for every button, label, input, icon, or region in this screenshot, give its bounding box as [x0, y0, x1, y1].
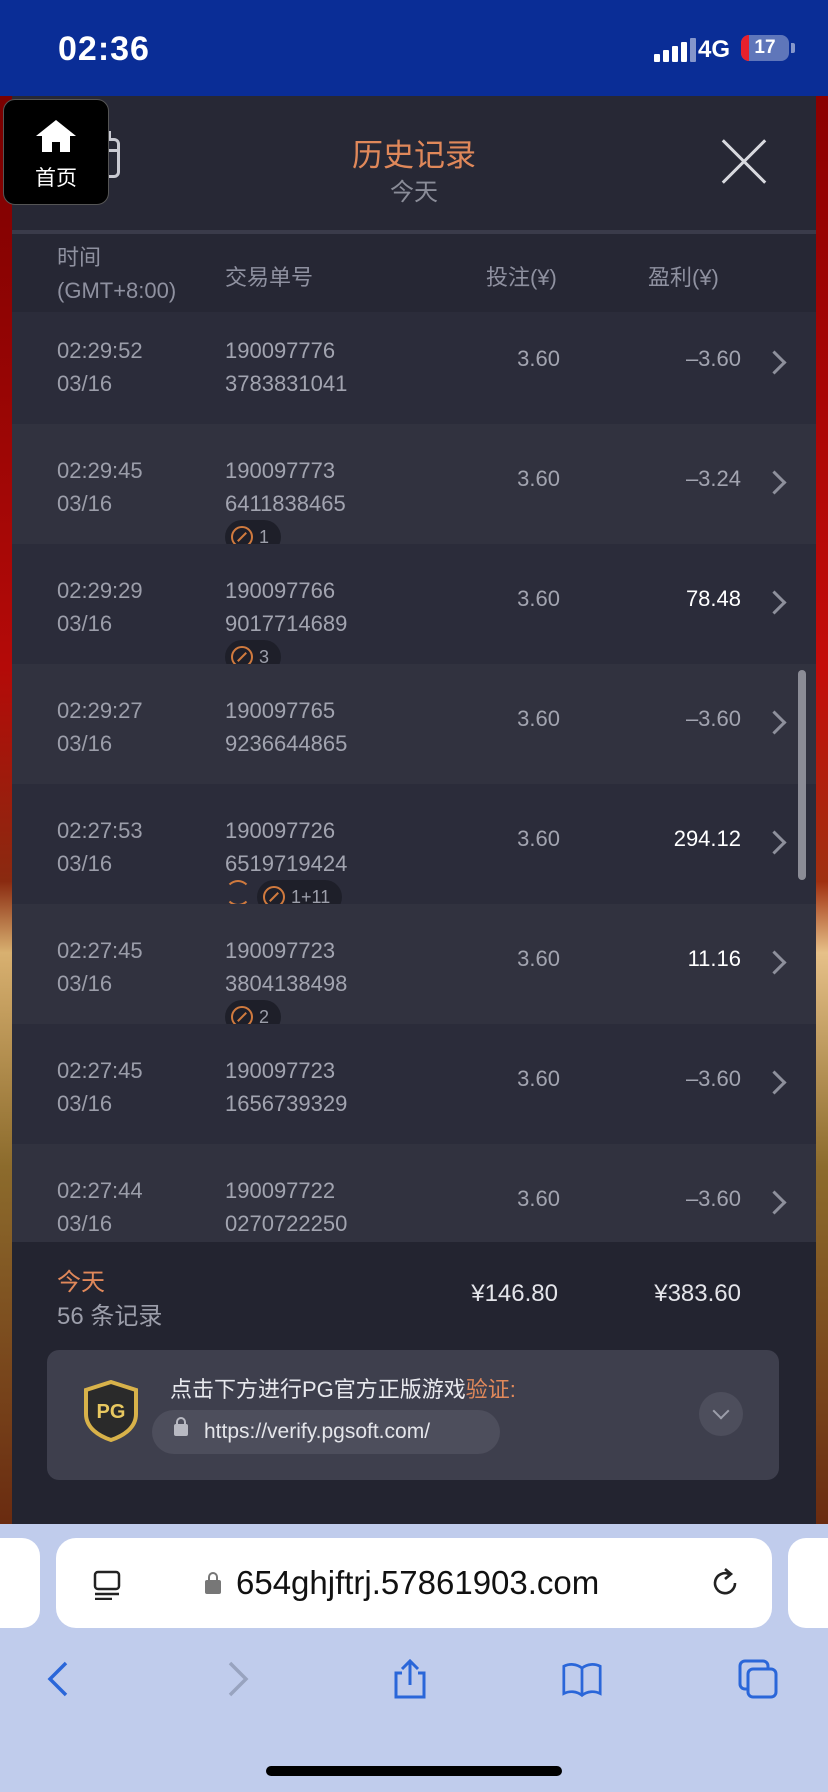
clock: 02:36: [58, 30, 150, 68]
table-row[interactable]: 02:29:45 03/16 190097773 6411838465 1 3.60…: [12, 424, 816, 554]
home-icon: [36, 120, 76, 152]
chevron-right-icon[interactable]: [762, 350, 787, 375]
verify-text-highlight: 验证:: [465, 1377, 516, 1402]
browser-toolbar: 654ghjftrj.57861903.com: [0, 1524, 828, 1792]
chevron-right-icon[interactable]: [762, 1190, 787, 1215]
home-label: 首页: [35, 167, 77, 190]
table-row[interactable]: 02:27:45 03/16 190097723 1656739329 3.60 –…: [12, 1024, 816, 1144]
table-header: 时间 (GMT+8:00) 交易单号 投注(¥) 盈利(¥): [12, 234, 816, 312]
summary-total-profit: ¥383.60: [654, 1280, 741, 1307]
pg-logo-icon: PG: [84, 1380, 138, 1442]
row-profit: 11.16: [687, 946, 741, 971]
home-button[interactable]: 首页: [3, 99, 109, 205]
row-profit: –3.60: [685, 1066, 741, 1091]
forward-icon[interactable]: [216, 1659, 256, 1699]
records-list[interactable]: 02:29:52 03/16 190097776 3783831041 3.60 –…: [12, 316, 816, 1246]
verify-banner[interactable]: PG 点击下方进行PG官方正版游戏验证: https://verify.pgso…: [47, 1350, 779, 1480]
reader-icon[interactable]: [92, 1570, 122, 1600]
chevron-down-icon[interactable]: [699, 1392, 743, 1436]
verify-text-main: 点击下方进行PG官方正版游戏: [170, 1377, 466, 1402]
signal-icon: [654, 38, 696, 62]
row-profit: –3.60: [685, 346, 741, 371]
col-timezone: (GMT+8:00): [57, 278, 177, 303]
scrollbar[interactable]: [798, 670, 806, 880]
network-type: 4G: [698, 36, 731, 63]
respin-icon: [225, 880, 251, 906]
col-profit: 盈利(¥): [648, 265, 719, 290]
game-background-left: [0, 96, 12, 1524]
lock-icon: [205, 1572, 221, 1594]
lock-icon: [174, 1417, 188, 1436]
back-icon[interactable]: [40, 1659, 80, 1699]
previous-tab[interactable]: [0, 1538, 40, 1628]
chevron-right-icon[interactable]: [762, 1070, 787, 1095]
table-row[interactable]: 02:29:27 03/16 190097765 9236644865 3.60 –…: [12, 664, 816, 784]
chevron-right-icon[interactable]: [762, 950, 787, 975]
page-title: 历史记录: [352, 138, 476, 173]
verify-link[interactable]: https://verify.pgsoft.com/: [152, 1410, 500, 1454]
verify-text: 点击下方进行PG官方正版游戏验证:: [170, 1372, 516, 1404]
panel-header: 历史记录 今天: [12, 96, 816, 234]
battery-tip: [791, 43, 795, 53]
table-row[interactable]: 02:27:53 03/16 190097726 6519719424 1+11 3…: [12, 784, 816, 914]
battery-icon: 17: [741, 35, 789, 61]
row-profit: –3.60: [685, 1186, 741, 1211]
tabs-icon[interactable]: [738, 1659, 778, 1699]
chevron-right-icon[interactable]: [762, 590, 787, 615]
col-bet: 投注(¥): [486, 265, 557, 290]
next-tab[interactable]: [788, 1538, 828, 1628]
history-panel: 历史记录 今天 时间 (GMT+8:00) 交易单号 投注(¥) 盈利(¥) 0…: [12, 96, 816, 1524]
close-icon[interactable]: [720, 138, 768, 186]
row-profit: –3.24: [685, 466, 741, 491]
game-background-right: [816, 96, 828, 1524]
table-row[interactable]: 02:27:44 03/16 190097722 0270722250 3.60 –…: [12, 1144, 816, 1246]
date-filter-label[interactable]: 今天: [12, 172, 816, 207]
row-profit: 78.48: [685, 586, 741, 611]
row-profit: 294.12: [673, 826, 741, 851]
svg-text:PG: PG: [97, 1401, 126, 1423]
table-row[interactable]: 02:29:29 03/16 190097766 9017714689 3 3.60…: [12, 544, 816, 674]
col-time: 时间: [57, 245, 102, 270]
chevron-right-icon[interactable]: [762, 470, 787, 495]
bookmarks-icon[interactable]: [562, 1659, 602, 1699]
battery-level: 17: [754, 37, 776, 58]
reload-icon[interactable]: [708, 1566, 742, 1600]
status-bar: 02:36 4G 17: [0, 0, 828, 96]
table-row[interactable]: 02:27:45 03/16 190097723 3804138498 2 3.60…: [12, 904, 816, 1034]
address-bar[interactable]: 654ghjftrj.57861903.com: [56, 1538, 772, 1628]
home-indicator: [266, 1766, 562, 1776]
share-icon[interactable]: [390, 1659, 430, 1699]
url-text[interactable]: 654ghjftrj.57861903.com: [236, 1564, 599, 1602]
summary-footer: 今天 56 条记录 ¥146.80 ¥383.60 PG 点击下方进行PG官方正…: [12, 1242, 816, 1524]
chevron-right-icon[interactable]: [762, 710, 787, 735]
row-profit: –3.60: [685, 706, 741, 731]
verify-url[interactable]: https://verify.pgsoft.com/: [204, 1420, 430, 1444]
col-transaction-id: 交易单号: [225, 265, 314, 290]
table-row[interactable]: 02:29:52 03/16 190097776 3783831041 3.60 –…: [12, 316, 816, 424]
chevron-right-icon[interactable]: [762, 830, 787, 855]
